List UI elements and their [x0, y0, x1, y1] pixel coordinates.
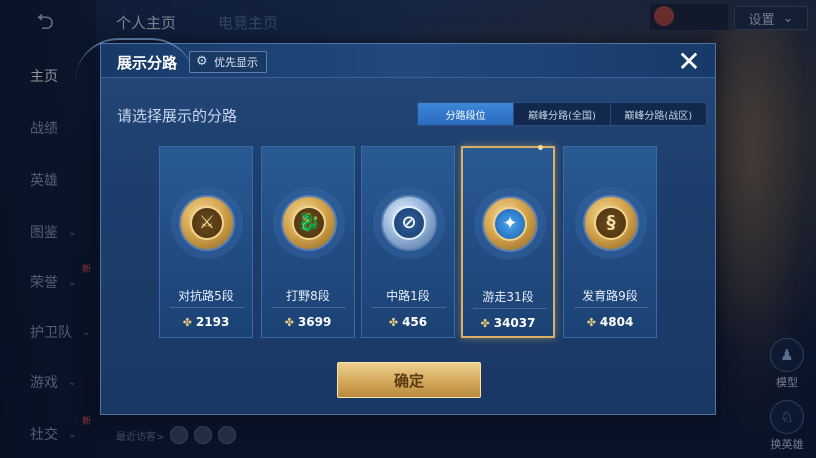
- emblem-glyph: ⚔: [190, 206, 224, 240]
- lane-score: ✤ 2193: [160, 315, 252, 329]
- lane-rank-label: 游走31段: [482, 290, 534, 304]
- divider: [272, 307, 346, 308]
- divider: [170, 307, 244, 308]
- lane-score: ✤ 456: [362, 315, 454, 329]
- dialog-subtitle: 请选择展示的分路: [117, 107, 238, 125]
- rank-type-tab[interactable]: 分路段位: [418, 103, 515, 125]
- wheat-icon: ✤: [284, 315, 294, 329]
- confirm-button[interactable]: 确定: [337, 362, 481, 398]
- lane-rank-label: 打野8段: [286, 289, 330, 303]
- lane-card[interactable]: ⚔ 对抗路5段 ✤ 2193: [159, 146, 253, 338]
- rank-type-tabs: 分路段位 巅峰分路(全国) 巅峰分路(战区): [417, 102, 707, 126]
- wheat-icon: ✤: [586, 315, 596, 329]
- lane-rank-label: 中路1段: [386, 289, 430, 303]
- lane-card[interactable]: 🐉 打野8段 ✤ 3699: [261, 146, 355, 338]
- lane-score-value: 4804: [599, 315, 634, 329]
- priority-display-label: 优先显示: [214, 56, 258, 69]
- lane-score-value: 456: [402, 315, 428, 329]
- lane-display-dialog: 展示分路 ⚙ 优先显示 ✕ 请选择展示的分路 分路段位 巅峰分路(全国) 巅峰分路(…: [75, 38, 716, 415]
- priority-display-button[interactable]: ⚙ 优先显示: [189, 51, 267, 73]
- lane-score-value: 34037: [493, 316, 536, 330]
- lane-card[interactable]: § 发育路9段 ✤ 4804: [563, 146, 657, 338]
- divider: [473, 308, 547, 309]
- lane-cards: ⚔ 对抗路5段 ✤ 2193 🐉 打野8段 ✤ 3699 ⊘ 中路1段 ✤ 456 ✦ 游走31段 ✤ 340…: [159, 145, 659, 338]
- selected-corner-indicator: [538, 145, 543, 150]
- emblem-glyph: ✦: [493, 207, 527, 241]
- mid-lane-emblem: ⊘: [381, 195, 437, 251]
- lane-card[interactable]: ⊘ 中路1段 ✤ 456: [361, 146, 455, 338]
- dialog-header: 展示分路 ⚙ 优先显示: [75, 38, 715, 78]
- divider: [574, 307, 648, 308]
- farm-lane-emblem: §: [583, 195, 639, 251]
- emblem-glyph: ⊘: [392, 206, 426, 240]
- jungle-emblem: 🐉: [281, 195, 337, 251]
- wheat-icon: ✤: [182, 315, 192, 329]
- lane-score: ✤ 3699: [262, 315, 354, 329]
- rank-type-tab[interactable]: 巅峰分路(战区): [611, 103, 706, 125]
- wheat-icon: ✤: [480, 316, 490, 330]
- roam-emblem: ✦: [482, 196, 538, 252]
- rank-type-tab[interactable]: 巅峰分路(全国): [514, 103, 611, 125]
- divider: [372, 307, 446, 308]
- emblem-glyph: §: [594, 206, 628, 240]
- lane-score: ✤ 4804: [564, 315, 656, 329]
- lane-rank-label: 对抗路5段: [178, 289, 234, 303]
- lane-score: ✤ 34037: [463, 316, 553, 330]
- lane-card[interactable]: ✦ 游走31段 ✤ 34037: [461, 145, 555, 338]
- lane-rank-label: 发育路9段: [582, 289, 638, 303]
- emblem-glyph: 🐉: [292, 206, 326, 240]
- close-icon[interactable]: ✕: [673, 46, 705, 78]
- lane-score-value: 2193: [195, 315, 230, 329]
- dialog-title: 展示分路: [117, 54, 178, 72]
- gear-icon: ⚙: [196, 54, 208, 69]
- lane-score-value: 3699: [297, 315, 332, 329]
- clash-lane-emblem: ⚔: [179, 195, 235, 251]
- wheat-icon: ✤: [388, 315, 399, 329]
